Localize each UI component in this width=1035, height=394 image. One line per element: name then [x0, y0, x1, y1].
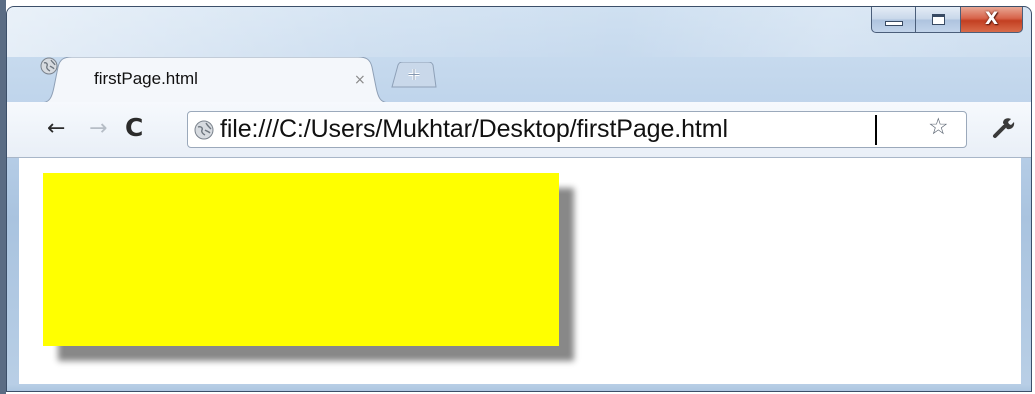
plus-icon [391, 61, 437, 88]
wrench-icon[interactable] [990, 115, 1016, 141]
caption-buttons: X [871, 7, 1023, 34]
window-bottom-frame [7, 384, 1031, 391]
new-tab-button[interactable] [390, 61, 438, 88]
minimize-icon [884, 21, 903, 26]
screenshot: X firstPage.html × ← → C file:///C:/User… [0, 0, 1035, 394]
close-icon: X [984, 9, 999, 29]
close-window-button[interactable]: X [961, 7, 1023, 33]
yellow-box-with-shadow [43, 173, 559, 346]
tab-firstpage[interactable]: firstPage.html × [40, 57, 390, 103]
star-icon[interactable]: ☆ [928, 114, 949, 140]
browser-window: X firstPage.html × ← → C file:///C:/User… [6, 6, 1032, 392]
minimize-button[interactable] [871, 7, 916, 33]
reload-button[interactable]: C [125, 113, 143, 142]
maximize-icon [931, 14, 945, 25]
back-button[interactable]: ← [47, 116, 65, 141]
tab-close-icon[interactable]: × [354, 72, 366, 88]
globe-icon [194, 120, 214, 140]
forward-button[interactable]: → [89, 116, 107, 141]
address-bar[interactable]: file:///C:/Users/Mukhtar/Desktop/firstPa… [187, 111, 967, 148]
text-caret [875, 115, 877, 145]
toolbar: ← → C file:///C:/Users/Mukhtar/Desktop/f… [7, 102, 1031, 158]
url-text[interactable]: file:///C:/Users/Mukhtar/Desktop/firstPa… [220, 115, 728, 144]
page-content [19, 158, 1021, 384]
globe-icon [40, 57, 58, 75]
maximize-button[interactable] [916, 7, 961, 33]
tab-shape [40, 57, 390, 103]
tab-title: firstPage.html [94, 69, 198, 88]
